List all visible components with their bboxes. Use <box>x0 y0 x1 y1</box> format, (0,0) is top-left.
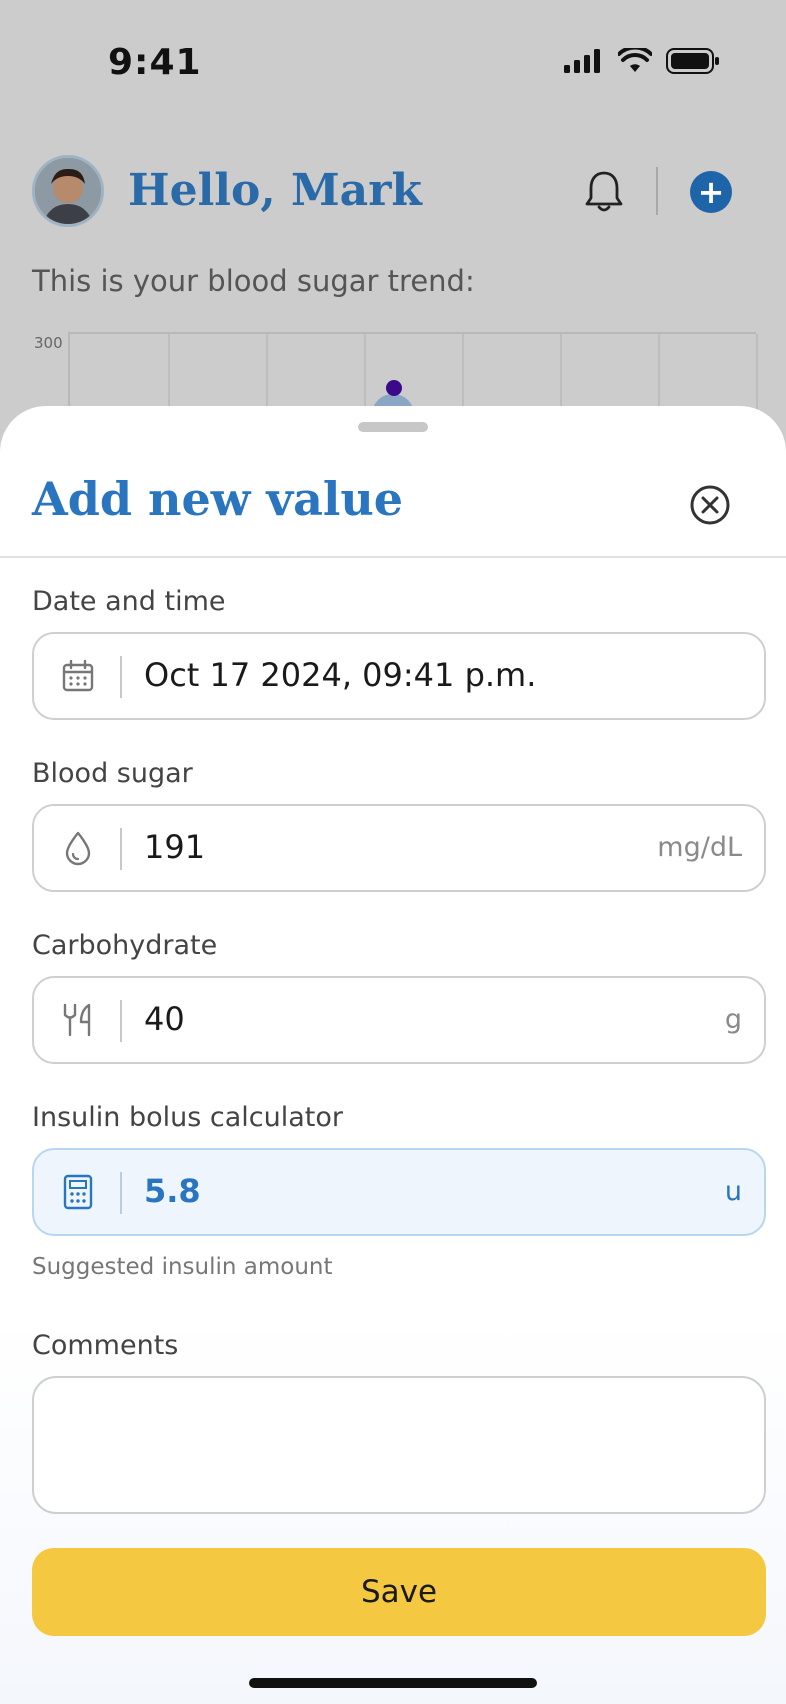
home-indicator <box>249 1678 537 1688</box>
wifi-icon <box>617 45 653 78</box>
field-separator <box>120 656 122 698</box>
date-field[interactable]: Oct 17 2024, 09:41 p.m. <box>32 632 766 720</box>
comments-textarea[interactable] <box>32 1376 766 1514</box>
sheet-divider <box>0 556 786 558</box>
header-divider <box>656 167 658 215</box>
blood-sugar-value: 191 <box>144 828 206 866</box>
sheet-grabber[interactable] <box>358 422 428 432</box>
carbohydrate-field[interactable]: 40 g <box>32 976 766 1064</box>
sheet-title: Add new value <box>32 472 404 526</box>
status-bar: 9:41 <box>0 0 786 120</box>
add-button[interactable]: + <box>690 171 732 213</box>
home-header: Hello, Mark + <box>32 155 754 229</box>
date-value: Oct 17 2024, 09:41 p.m. <box>144 656 537 694</box>
trend-chart: 300 <box>32 328 758 434</box>
drop-icon <box>58 828 98 868</box>
calendar-icon <box>58 656 98 696</box>
chart-point <box>386 380 402 396</box>
status-icons <box>564 45 720 78</box>
carbohydrate-unit: g <box>724 1004 742 1035</box>
signal-icon <box>564 49 604 77</box>
status-time: 9:41 <box>108 42 202 83</box>
insulin-unit: u <box>724 1176 742 1207</box>
insulin-field[interactable]: 5.8 u <box>32 1148 766 1236</box>
blood-sugar-label: Blood sugar <box>32 758 193 789</box>
comments-label: Comments <box>32 1330 179 1361</box>
insulin-label: Insulin bolus calculator <box>32 1102 343 1133</box>
greeting-title: Hello, Mark <box>128 165 422 216</box>
save-button[interactable]: Save <box>32 1548 766 1636</box>
chart-y-tick-label: 300 <box>34 334 63 352</box>
close-icon <box>689 485 731 530</box>
fork-knife-icon <box>58 1000 98 1040</box>
carbohydrate-value: 40 <box>144 1000 185 1038</box>
blood-sugar-field[interactable]: 191 mg/dL <box>32 804 766 892</box>
insulin-value: 5.8 <box>144 1172 201 1210</box>
date-label: Date and time <box>32 586 226 617</box>
plus-icon: + <box>697 173 725 211</box>
calculator-icon <box>58 1172 98 1212</box>
insulin-helper-text: Suggested insulin amount <box>32 1254 333 1280</box>
field-separator <box>120 828 122 870</box>
carbohydrate-label: Carbohydrate <box>32 930 218 961</box>
blood-sugar-unit: mg/dL <box>657 832 742 863</box>
add-value-sheet: Add new value Date and time Oct 17 2024,… <box>0 406 786 1704</box>
avatar[interactable] <box>32 155 104 227</box>
trend-label: This is your blood sugar trend: <box>32 264 475 298</box>
close-button[interactable] <box>689 484 731 526</box>
field-separator <box>120 1172 122 1214</box>
bell-icon[interactable] <box>584 169 624 217</box>
battery-icon <box>666 48 720 78</box>
field-separator <box>120 1000 122 1042</box>
